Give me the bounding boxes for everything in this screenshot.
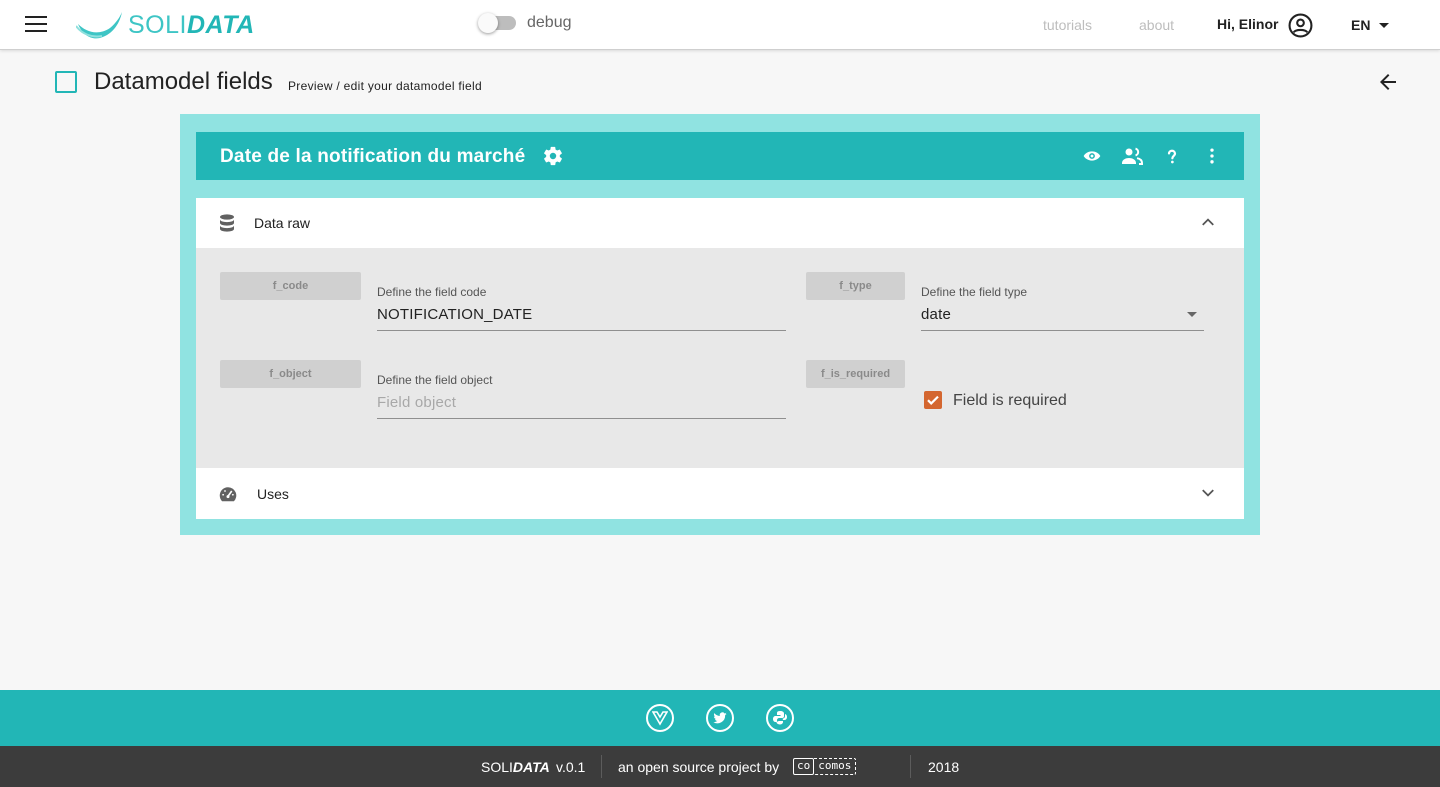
twitter-icon[interactable] bbox=[706, 704, 734, 732]
more-vert-icon[interactable] bbox=[1202, 144, 1222, 168]
page-checkbox[interactable] bbox=[55, 71, 77, 93]
settings-icon[interactable] bbox=[542, 145, 564, 167]
nav-link-tutorials[interactable]: tutorials bbox=[1043, 17, 1092, 33]
caret-down-icon bbox=[1379, 22, 1390, 28]
account-circle-icon[interactable] bbox=[1288, 13, 1313, 38]
field-chip-code: f_code bbox=[220, 272, 361, 300]
field-required-checkbox[interactable] bbox=[924, 391, 942, 409]
vue-icon[interactable] bbox=[646, 704, 674, 732]
field-object-input[interactable]: Field object bbox=[377, 393, 786, 419]
logo-data: DATA bbox=[186, 10, 255, 39]
footer-brand-soli: SOLI bbox=[481, 759, 513, 775]
footer-year: 2018 bbox=[928, 759, 960, 775]
panel-header-uses[interactable]: Uses bbox=[196, 468, 1244, 519]
panel-header-data-raw[interactable]: Data raw bbox=[196, 198, 1244, 248]
help-icon[interactable] bbox=[1163, 144, 1181, 168]
footer-brand-data: DATA bbox=[512, 759, 550, 775]
field-card-header: Date de la notification du marché bbox=[196, 132, 1244, 180]
panel-body-data-raw: f_code Define the field code NOTIFICATIO… bbox=[196, 248, 1244, 468]
field-code-input[interactable]: NOTIFICATION_DATE bbox=[377, 305, 786, 331]
app-logo[interactable]: SOLIDATA bbox=[76, 8, 255, 42]
page-title: Datamodel fields bbox=[94, 68, 273, 95]
panel-label-data-raw: Data raw bbox=[254, 215, 311, 231]
checkmark-icon bbox=[927, 395, 939, 405]
dropdown-arrow-icon[interactable] bbox=[1187, 312, 1197, 317]
field-required-label[interactable]: Field is required bbox=[953, 392, 1067, 410]
field-code-label: Define the field code bbox=[377, 285, 487, 299]
cooperative-logo[interactable]: co comos bbox=[793, 758, 857, 775]
user-greeting: Hi, Elinor bbox=[1217, 16, 1279, 32]
field-type-label: Define the field type bbox=[921, 285, 1028, 299]
footer-divider bbox=[910, 755, 911, 778]
field-title: Date de la notification du marché bbox=[220, 146, 526, 167]
footer-divider bbox=[601, 755, 602, 778]
footer-tagline: an open source project by bbox=[618, 759, 780, 775]
org-part1: co bbox=[793, 758, 815, 775]
logo-soli: SOLI bbox=[128, 10, 187, 39]
python-icon[interactable] bbox=[766, 704, 794, 732]
people-icon[interactable] bbox=[1120, 144, 1144, 168]
field-chip-is-required: f_is_required bbox=[806, 360, 905, 388]
field-object-label: Define the field object bbox=[377, 373, 493, 387]
panel-label-uses: Uses bbox=[257, 486, 289, 502]
eye-icon[interactable] bbox=[1082, 144, 1102, 168]
footer-social-bar bbox=[0, 690, 1440, 746]
field-chip-type: f_type bbox=[806, 272, 905, 300]
debug-toggle[interactable]: debug bbox=[478, 13, 572, 33]
debug-label: debug bbox=[527, 14, 572, 31]
field-object-group: Define the field object Field object bbox=[377, 373, 786, 419]
language-label: EN bbox=[1351, 17, 1371, 33]
field-code-group: Define the field code NOTIFICATION_DATE bbox=[377, 285, 786, 331]
page-subtitle: Preview / edit your datamodel field bbox=[288, 79, 482, 93]
nav-link-about[interactable]: about bbox=[1139, 17, 1174, 33]
speedometer-icon bbox=[219, 487, 237, 502]
language-selector[interactable]: EN bbox=[1351, 17, 1390, 33]
field-type-select[interactable]: date bbox=[921, 305, 1204, 331]
chevron-down-icon[interactable] bbox=[1201, 486, 1215, 500]
field-chip-object: f_object bbox=[220, 360, 361, 388]
arrow-left-icon[interactable] bbox=[1376, 70, 1400, 94]
chevron-up-icon[interactable] bbox=[1201, 215, 1215, 229]
logo-text: SOLIDATA bbox=[128, 11, 255, 40]
footer-brand: SOLIDATA bbox=[481, 759, 550, 775]
logo-wave-icon bbox=[76, 12, 122, 39]
org-part2: comos bbox=[814, 758, 857, 775]
debug-switch[interactable] bbox=[478, 13, 516, 33]
field-card-container: Date de la notification du marché Data r… bbox=[180, 114, 1260, 535]
field-type-group: Define the field type date bbox=[921, 285, 1204, 331]
footer-info-bar: SOLIDATA v.0.1 an open source project by… bbox=[0, 746, 1440, 787]
top-navbar: SOLIDATA debug tutorials about Hi, Elino… bbox=[0, 0, 1440, 50]
footer-version: v.0.1 bbox=[556, 759, 586, 775]
menu-icon[interactable] bbox=[25, 16, 47, 34]
database-icon bbox=[220, 214, 234, 232]
